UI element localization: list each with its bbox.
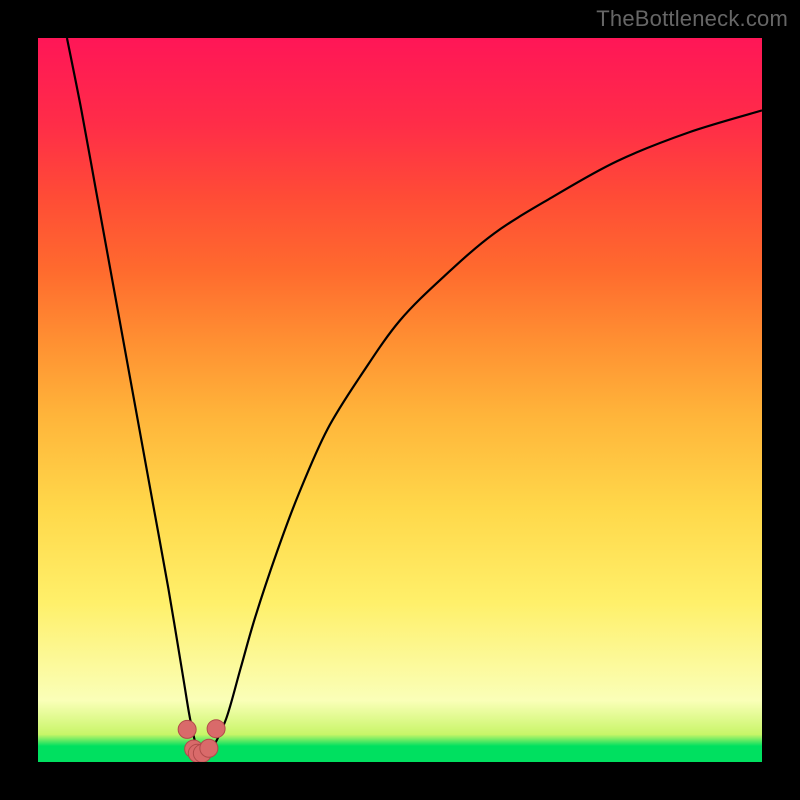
chart-frame: TheBottleneck.com — [0, 0, 800, 800]
watermark-text: TheBottleneck.com — [596, 6, 788, 32]
chart-svg — [38, 38, 762, 762]
bottleneck-curve — [67, 38, 762, 753]
plot-area — [38, 38, 762, 762]
valley-marker — [178, 720, 196, 738]
valley-marker — [200, 739, 218, 757]
valley-marker — [207, 720, 225, 738]
